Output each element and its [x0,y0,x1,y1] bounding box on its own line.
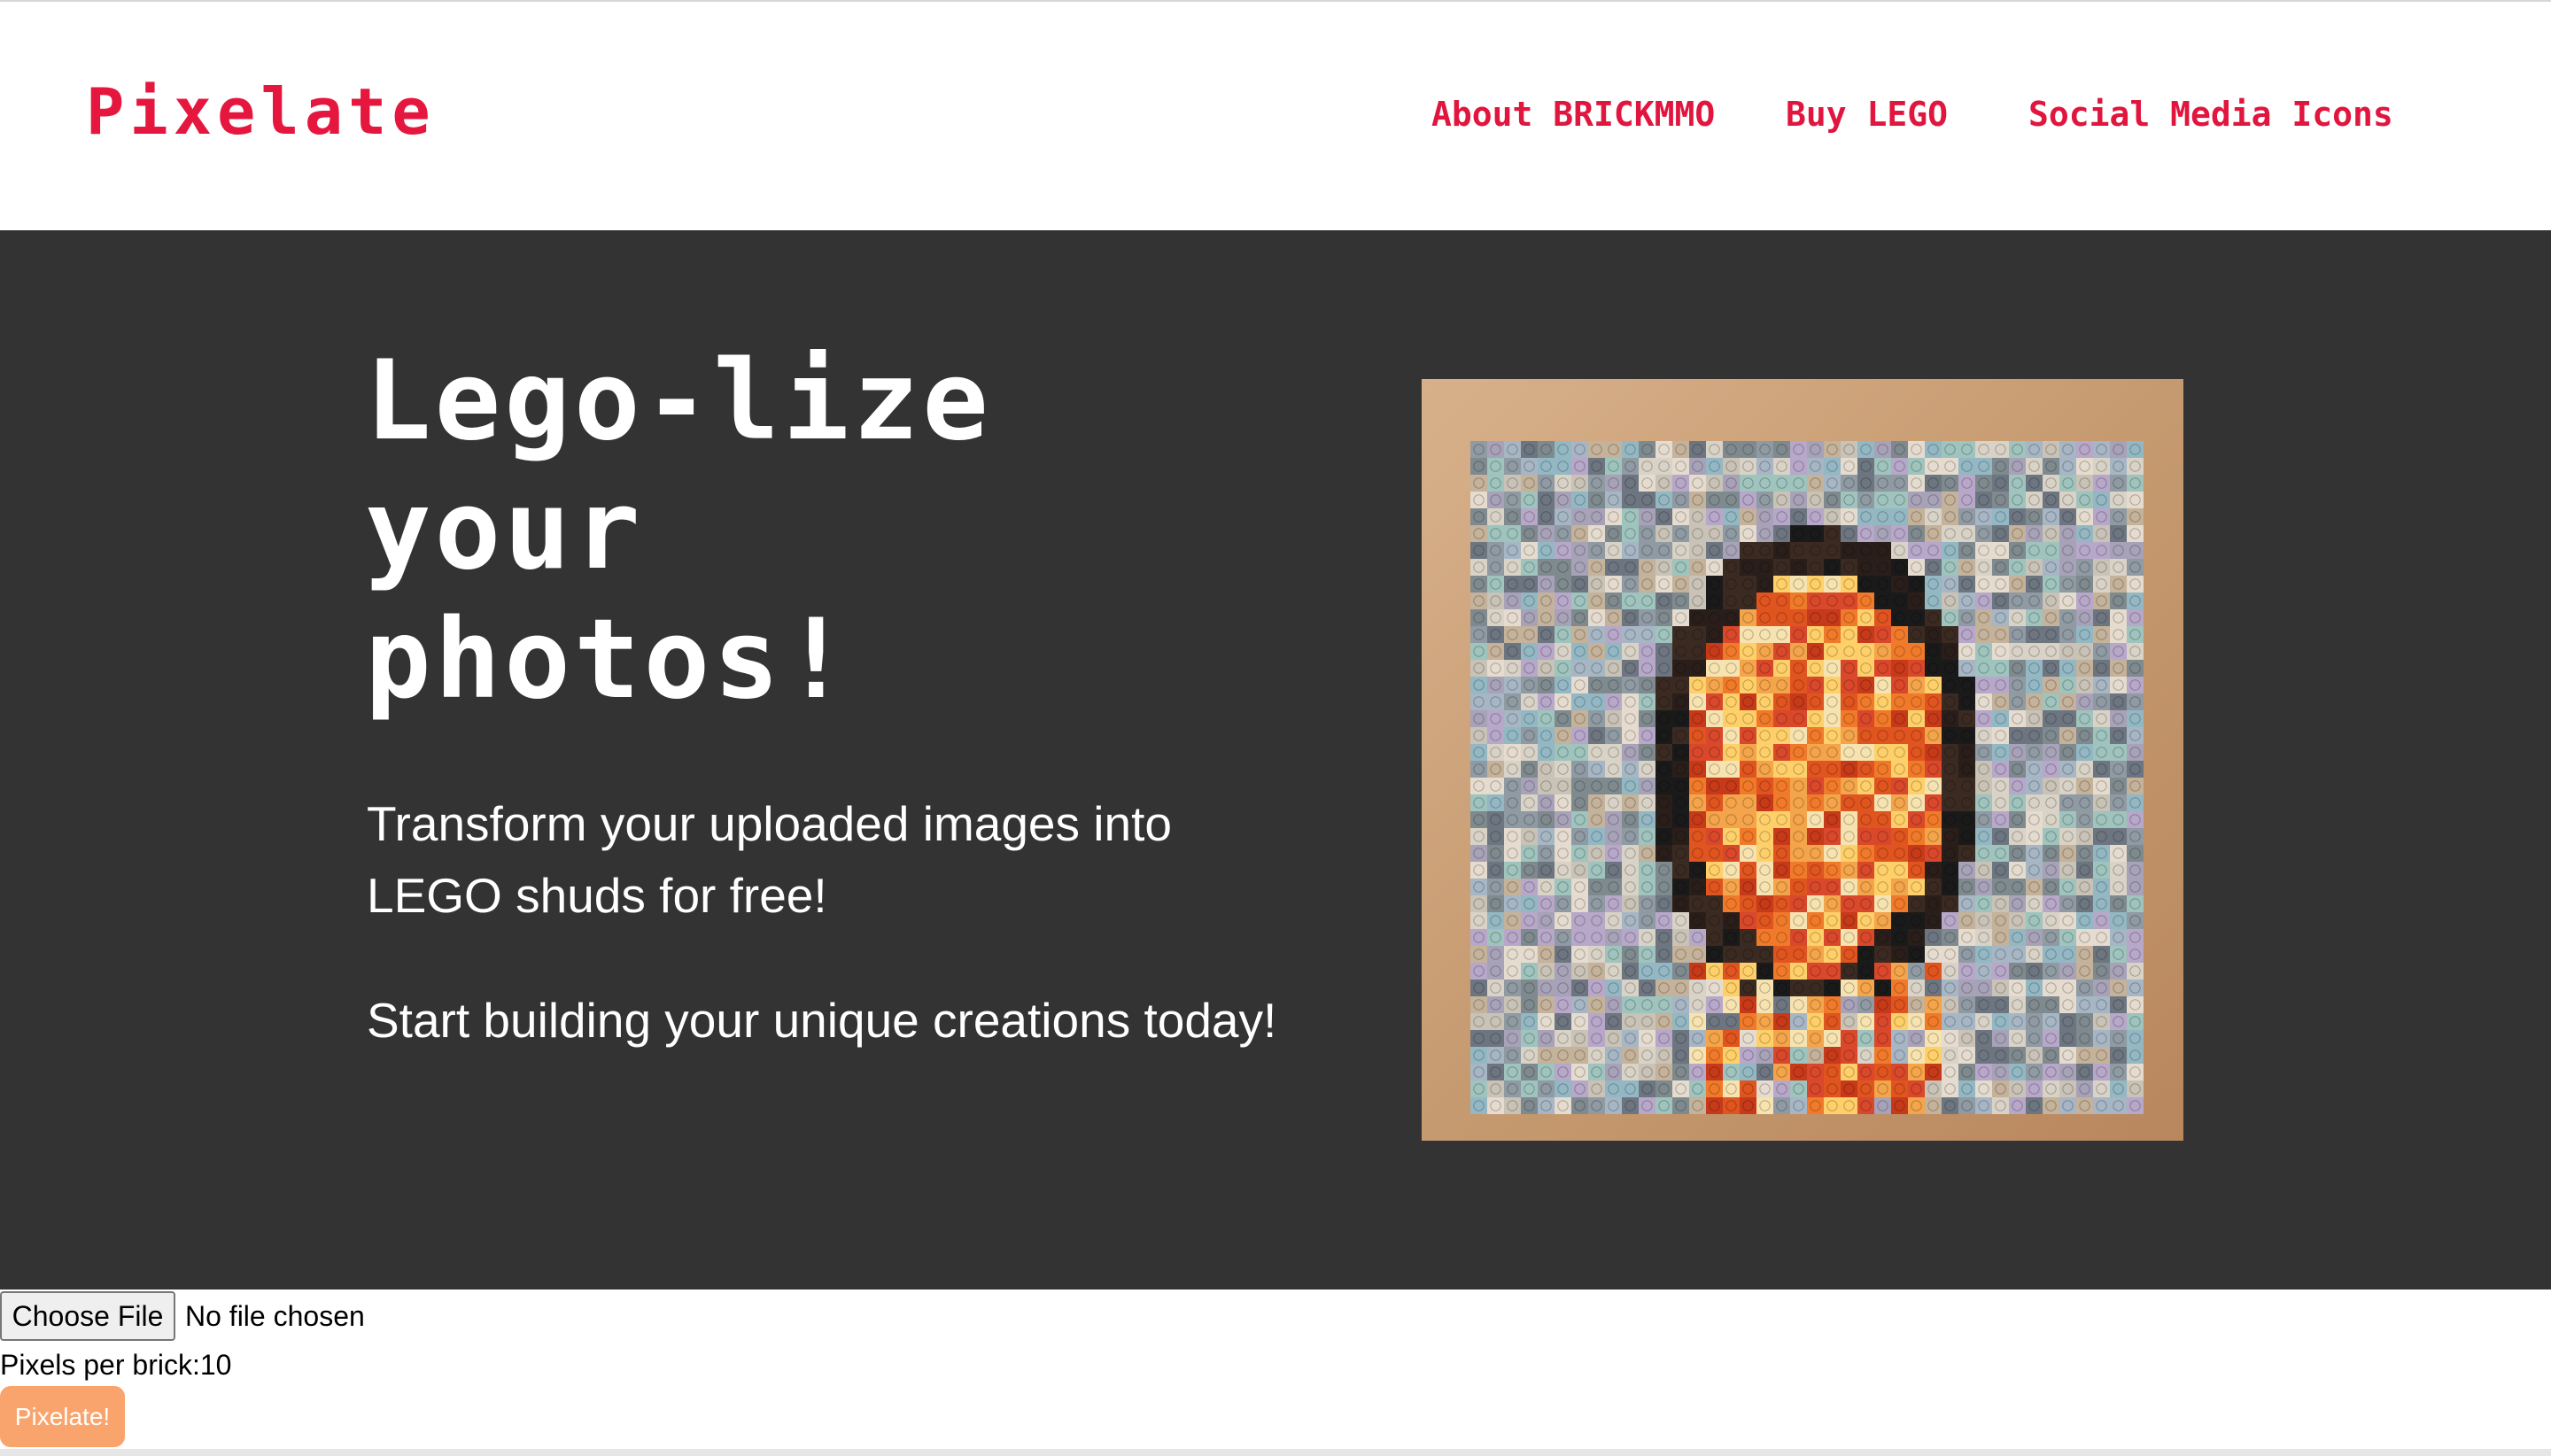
pixelate-button[interactable]: Pixelate! [0,1386,125,1447]
upload-controls [0,1289,2551,1449]
page: Pixelate About BRICKMMO Buy LEGO Social … [0,0,2551,1456]
nav-link-buy-lego[interactable]: Buy LEGO [1786,97,1948,131]
hero-section: Lego-lize your photos! Transform your up… [0,230,2551,1289]
site-header: Pixelate About BRICKMMO Buy LEGO Social … [0,2,2551,230]
hero-title: Lego-lize your photos! [365,337,992,724]
hero-paragraph-start-building: Start building your unique creations tod… [367,993,1277,1048]
pixels-per-brick-field: Pixels per brick:10 [0,1347,231,1382]
choose-file-button[interactable]: Choose File [0,1291,175,1341]
hero-paragraph-transform: Transform your uploaded images into LEGO… [367,796,1172,923]
logo[interactable]: Pixelate [86,80,436,143]
bottom-divider [0,1449,2551,1456]
nav-link-about-brickmmo[interactable]: About BRICKMMO [1431,97,1715,131]
lego-mosaic-photo [1422,379,2183,1141]
pixels-per-brick-value[interactable]: 10 [200,1349,232,1381]
pixels-per-brick-label: Pixels per brick: [0,1349,200,1381]
nav-link-social-media-icons[interactable]: Social Media Icons [2028,97,2393,131]
lego-mosaic-image [1422,379,2183,1141]
file-status-text: No file chosen [185,1300,365,1332]
